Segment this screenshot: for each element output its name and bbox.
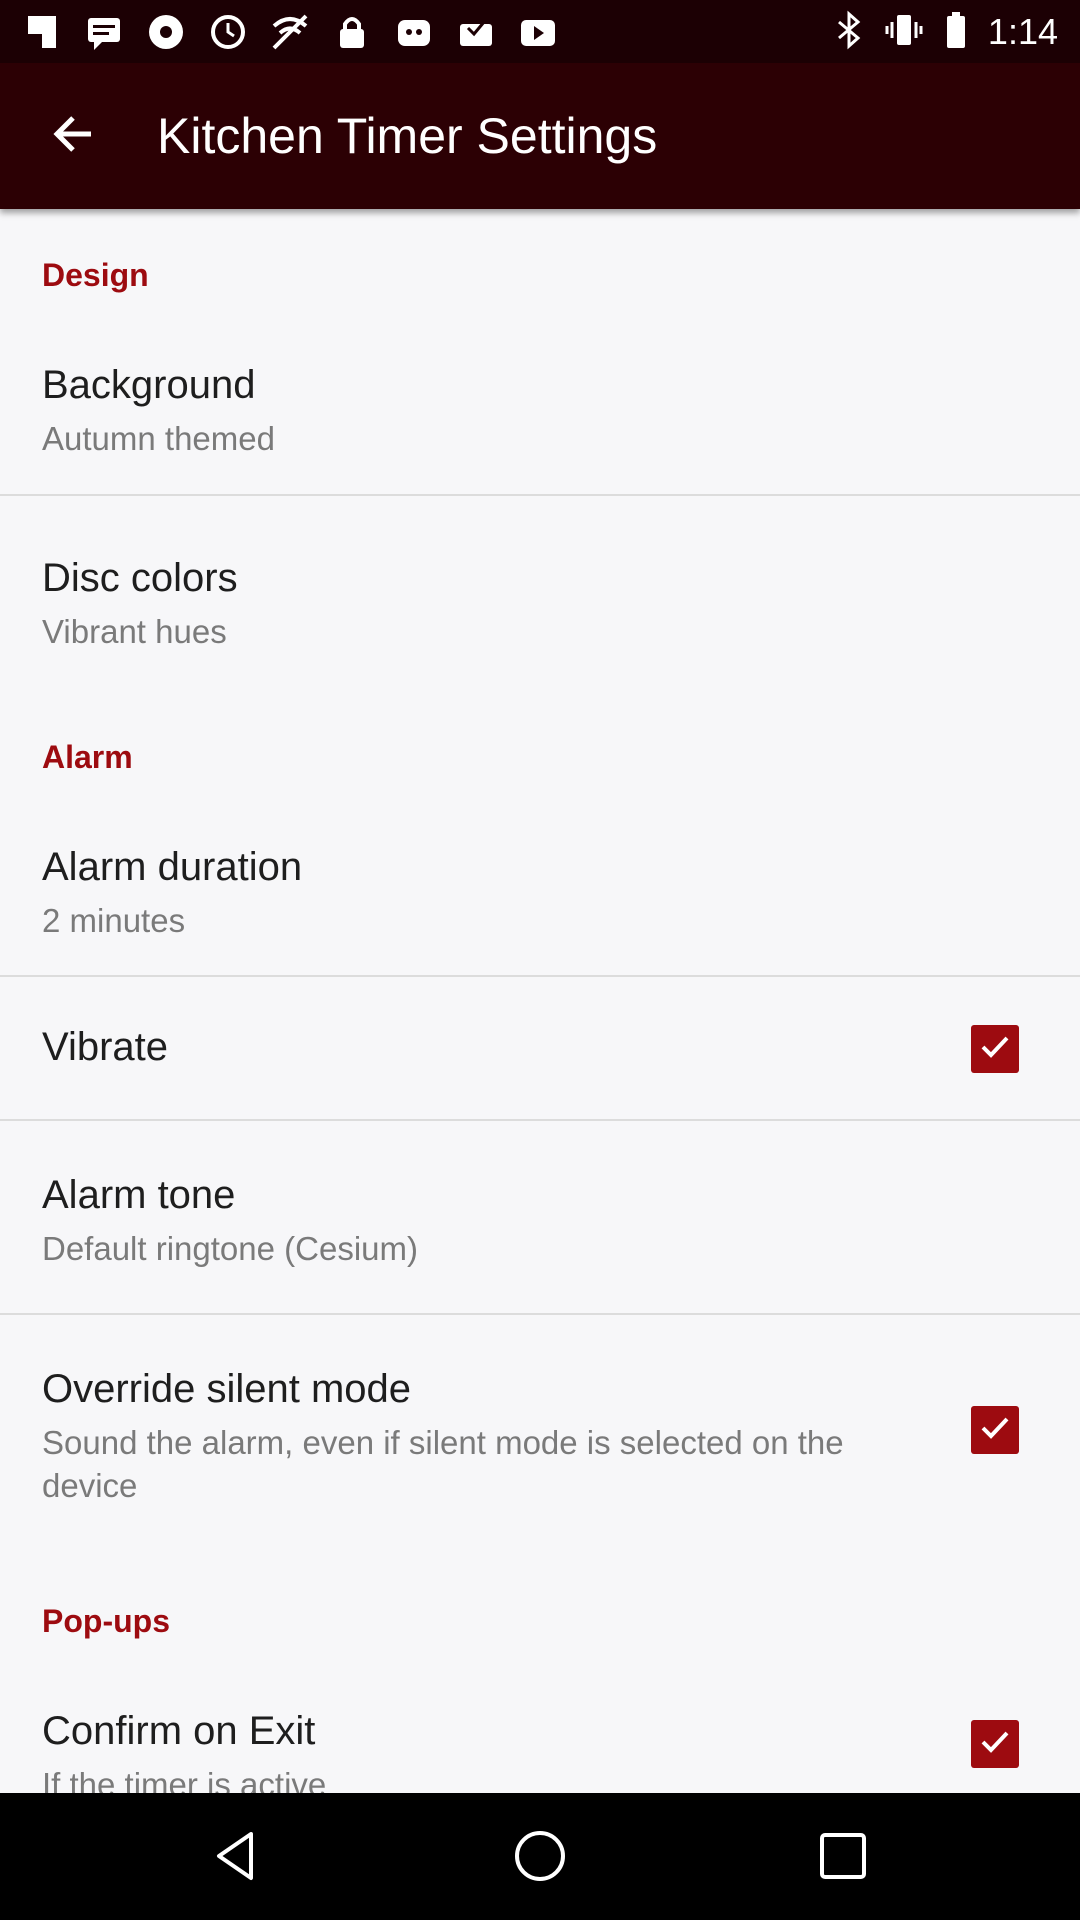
- status-time: 1:14: [987, 11, 1058, 52]
- pref-title: Override silent mode: [42, 1367, 412, 1411]
- pref-summary: Vibrant hues: [42, 613, 227, 650]
- pref-title: Alarm duration: [42, 845, 303, 889]
- pref-title: Disc colors: [42, 556, 238, 600]
- bluetooth-icon: [834, 10, 864, 55]
- status-bar: 1:14: [0, 0, 1080, 63]
- section-header-popups: Pop-ups: [42, 1603, 170, 1639]
- nav-back-button[interactable]: [202, 1823, 272, 1893]
- recents-square-icon: [813, 1826, 873, 1891]
- section-header-design: Design: [42, 257, 149, 293]
- checkmark-icon: [978, 1725, 1012, 1764]
- back-button[interactable]: [38, 106, 108, 166]
- section-header-alarm: Alarm: [42, 739, 133, 775]
- pref-summary: Autumn themed: [42, 420, 275, 457]
- checkmark-icon: [978, 1411, 1012, 1450]
- pref-background[interactable]: Background Autumn themed: [0, 339, 1080, 503]
- system-icons: 1:14: [834, 8, 1058, 56]
- nav-home-button[interactable]: [505, 1823, 575, 1893]
- battery-icon: [944, 10, 968, 55]
- navigation-bar: [0, 1793, 1080, 1920]
- pref-summary: Sound the alarm, even if silent mode is …: [42, 1424, 844, 1504]
- vibrate-checkbox[interactable]: [971, 1025, 1019, 1073]
- pref-summary: If the timer is active: [42, 1766, 327, 1793]
- pref-summary: Default ringtone (Cesium): [42, 1230, 418, 1267]
- pref-alarm-tone[interactable]: Alarm tone Default ringtone (Cesium): [0, 1121, 1080, 1313]
- photos-icon: [394, 12, 434, 52]
- pref-title: Vibrate: [42, 1025, 169, 1069]
- home-circle-icon: [510, 1826, 570, 1891]
- divider: [0, 494, 1080, 496]
- pref-confirm-on-exit[interactable]: Confirm on Exit If the timer is active: [0, 1685, 1080, 1793]
- music-icon: [146, 12, 186, 52]
- override-silent-checkbox[interactable]: [971, 1406, 1019, 1454]
- app-bar: Kitchen Timer Settings: [0, 63, 1080, 209]
- checkmark-icon: [978, 1030, 1012, 1069]
- nav-recents-button[interactable]: [808, 1823, 878, 1893]
- play-icon: [518, 12, 558, 52]
- message-icon: [84, 12, 124, 52]
- pref-override-silent-mode[interactable]: Override silent mode Sound the alarm, ev…: [0, 1315, 1080, 1565]
- pref-vibrate[interactable]: Vibrate: [0, 977, 1080, 1119]
- inbox-icon: [456, 12, 496, 52]
- lock-icon: [332, 12, 372, 52]
- app-icon: [22, 12, 62, 52]
- pref-disc-colors[interactable]: Disc colors Vibrant hues: [0, 532, 1080, 696]
- vibrate-icon: [884, 10, 924, 55]
- settings-list: Design Background Autumn themed Disc col…: [0, 209, 1080, 1793]
- no-wifi-icon: [270, 12, 310, 52]
- clock-icon: [208, 12, 248, 52]
- pref-summary: 2 minutes: [42, 902, 186, 939]
- confirm-exit-checkbox[interactable]: [971, 1720, 1019, 1768]
- notification-icons: [22, 8, 558, 56]
- arrow-back-icon: [51, 112, 95, 161]
- pref-title: Alarm tone: [42, 1173, 236, 1217]
- pref-title: Confirm on Exit: [42, 1709, 316, 1753]
- pref-alarm-duration[interactable]: Alarm duration 2 minutes: [0, 821, 1080, 985]
- back-triangle-icon: [207, 1826, 267, 1891]
- pref-title: Background: [42, 363, 256, 407]
- page-title: Kitchen Timer Settings: [157, 108, 658, 164]
